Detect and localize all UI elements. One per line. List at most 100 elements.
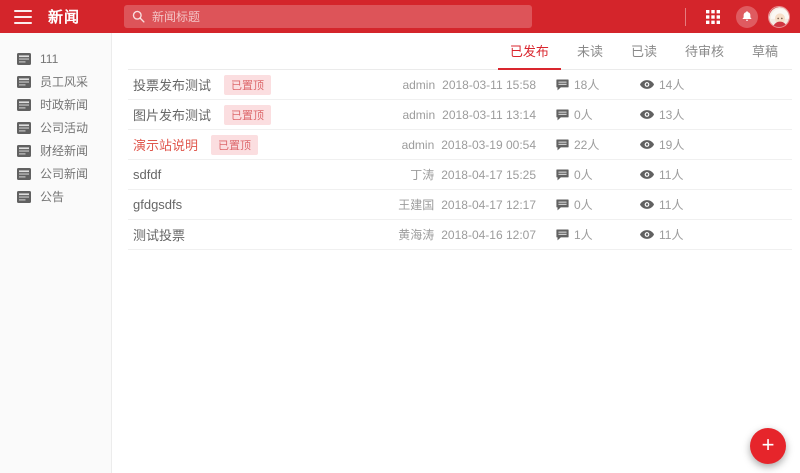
header-divider [685, 7, 686, 26]
search-input[interactable] [152, 9, 524, 24]
view-count: 11人 [640, 226, 695, 243]
add-news-button[interactable]: + [750, 428, 786, 464]
author-name: admin [402, 77, 436, 92]
news-category-icon [17, 167, 31, 180]
user-avatar[interactable] [768, 5, 790, 28]
tab[interactable]: 待审核 [679, 33, 730, 70]
table-row[interactable]: 测试投票 黄海涛 2018-04-16 12:07 1人 11人 [128, 220, 792, 250]
eye-icon [640, 140, 654, 149]
sidebar-item-label: 时政新闻 [40, 98, 89, 112]
view-count-label: 11人 [659, 198, 684, 212]
eye-icon [640, 170, 654, 179]
table-row[interactable]: gfdgsdfs 王建国 2018-04-17 12:17 0人 11人 [128, 190, 792, 220]
author-name: admin [402, 107, 436, 122]
sidebar-item-label: 111 [40, 51, 59, 66]
news-title: 演示站说明 [133, 138, 199, 153]
news-title: 测试投票 [133, 228, 186, 243]
app-header: 新闻 [0, 0, 800, 33]
news-category-icon [17, 75, 31, 88]
publish-datetime: 2018-04-16 12:07 [441, 228, 536, 242]
news-list: 投票发布测试 已置顶 admin 2018-03-11 15:58 18人 14人… [128, 70, 792, 250]
tab[interactable]: 草稿 [746, 33, 784, 70]
comment-icon [556, 228, 569, 240]
tab[interactable]: 未读 [571, 33, 609, 70]
comment-count-label: 0人 [574, 198, 593, 212]
author-name: 黄海涛 [398, 228, 435, 242]
sidebar-item[interactable]: 公告 [0, 185, 111, 208]
sidebar-item-label: 财经新闻 [40, 144, 89, 158]
news-title: 投票发布测试 [133, 78, 212, 93]
tab-label: 已读 [630, 43, 657, 59]
author-date: admin 2018-03-11 15:58 [386, 78, 536, 92]
sidebar-nav: 111 员工风采 时政新闻 公司活动 财经新闻 公司新闻 公告 [0, 47, 111, 208]
comment-count-label: 0人 [574, 108, 593, 122]
author-date: admin 2018-03-11 13:14 [386, 108, 536, 122]
view-count: 14人 [640, 76, 695, 93]
table-row[interactable]: 演示站说明 已置顶 admin 2018-03-19 00:54 22人 19人 [128, 130, 792, 160]
author-date: 黄海涛 2018-04-16 12:07 [386, 226, 536, 243]
sidebar-item[interactable]: 111 [0, 47, 111, 70]
publish-datetime: 2018-04-17 15:25 [441, 168, 536, 182]
comment-icon [556, 138, 569, 150]
comment-count: 22人 [556, 136, 614, 153]
apps-grid-icon[interactable] [700, 4, 726, 30]
comment-icon [556, 108, 569, 120]
table-row[interactable]: 投票发布测试 已置顶 admin 2018-03-11 15:58 18人 14人 [128, 70, 792, 100]
view-count-label: 11人 [659, 228, 684, 242]
comment-icon [556, 198, 569, 210]
pinned-badge: 已置顶 [224, 104, 272, 125]
news-category-icon [17, 144, 31, 157]
sidebar-item[interactable]: 公司新闻 [0, 162, 111, 185]
eye-icon [640, 230, 654, 239]
table-row[interactable]: sdfdf 丁涛 2018-04-17 15:25 0人 11人 [128, 160, 792, 190]
sidebar-item[interactable]: 时政新闻 [0, 93, 111, 116]
author-date: admin 2018-03-19 00:54 [386, 138, 536, 152]
comment-icon [556, 78, 569, 90]
publish-datetime: 2018-04-17 12:17 [441, 198, 536, 212]
comment-count: 0人 [556, 196, 614, 213]
tab-label: 待审核 [684, 43, 724, 59]
search-box[interactable] [124, 5, 532, 28]
author-date: 丁涛 2018-04-17 15:25 [386, 166, 536, 183]
sidebar-item-label: 公司新闻 [40, 167, 89, 181]
pinned-badge: 已置顶 [211, 134, 259, 155]
tab[interactable]: 已读 [625, 33, 663, 70]
publish-datetime: 2018-03-11 15:58 [442, 77, 536, 92]
sidebar-item-label: 公司活动 [40, 121, 89, 135]
comment-count-label: 1人 [574, 228, 593, 242]
comment-count: 18人 [556, 76, 614, 93]
page-title: 新闻 [48, 9, 81, 26]
news-title: sdfdf [133, 167, 162, 182]
comment-count-label: 22人 [574, 138, 600, 152]
news-title: gfdgsdfs [133, 197, 183, 212]
table-row[interactable]: 图片发布测试 已置顶 admin 2018-03-11 13:14 0人 13人 [128, 100, 792, 130]
comment-count: 1人 [556, 226, 614, 243]
author-name: admin [401, 137, 435, 152]
view-count: 11人 [640, 166, 695, 183]
comment-count-label: 18人 [574, 78, 600, 92]
search-icon [132, 10, 145, 23]
sidebar-item[interactable]: 员工风采 [0, 70, 111, 93]
comment-count: 0人 [556, 166, 614, 183]
tab-label: 草稿 [751, 43, 778, 59]
menu-icon[interactable] [6, 0, 40, 33]
news-category-icon [17, 98, 31, 111]
view-count: 19人 [640, 136, 695, 153]
view-count: 13人 [640, 106, 695, 123]
author-name: 丁涛 [410, 168, 435, 182]
eye-icon [640, 200, 654, 209]
news-category-icon [17, 52, 31, 65]
pinned-badge: 已置顶 [224, 74, 272, 95]
sidebar-item[interactable]: 财经新闻 [0, 139, 111, 162]
bell-icon[interactable] [736, 5, 758, 28]
view-count-label: 19人 [659, 138, 685, 152]
tab[interactable]: 已发布 [497, 33, 561, 70]
main-content: 已发布 未读 已读 待审核 草稿 投票发布测试 已置顶 admin 2018-03… [113, 33, 800, 473]
sidebar-item[interactable]: 公司活动 [0, 116, 111, 139]
publish-datetime: 2018-03-19 00:54 [441, 137, 536, 152]
view-count: 11人 [640, 196, 695, 213]
view-count-label: 11人 [659, 168, 684, 182]
sidebar-item-label: 公告 [40, 190, 65, 204]
plus-icon: + [761, 432, 775, 457]
comment-count: 0人 [556, 106, 614, 123]
